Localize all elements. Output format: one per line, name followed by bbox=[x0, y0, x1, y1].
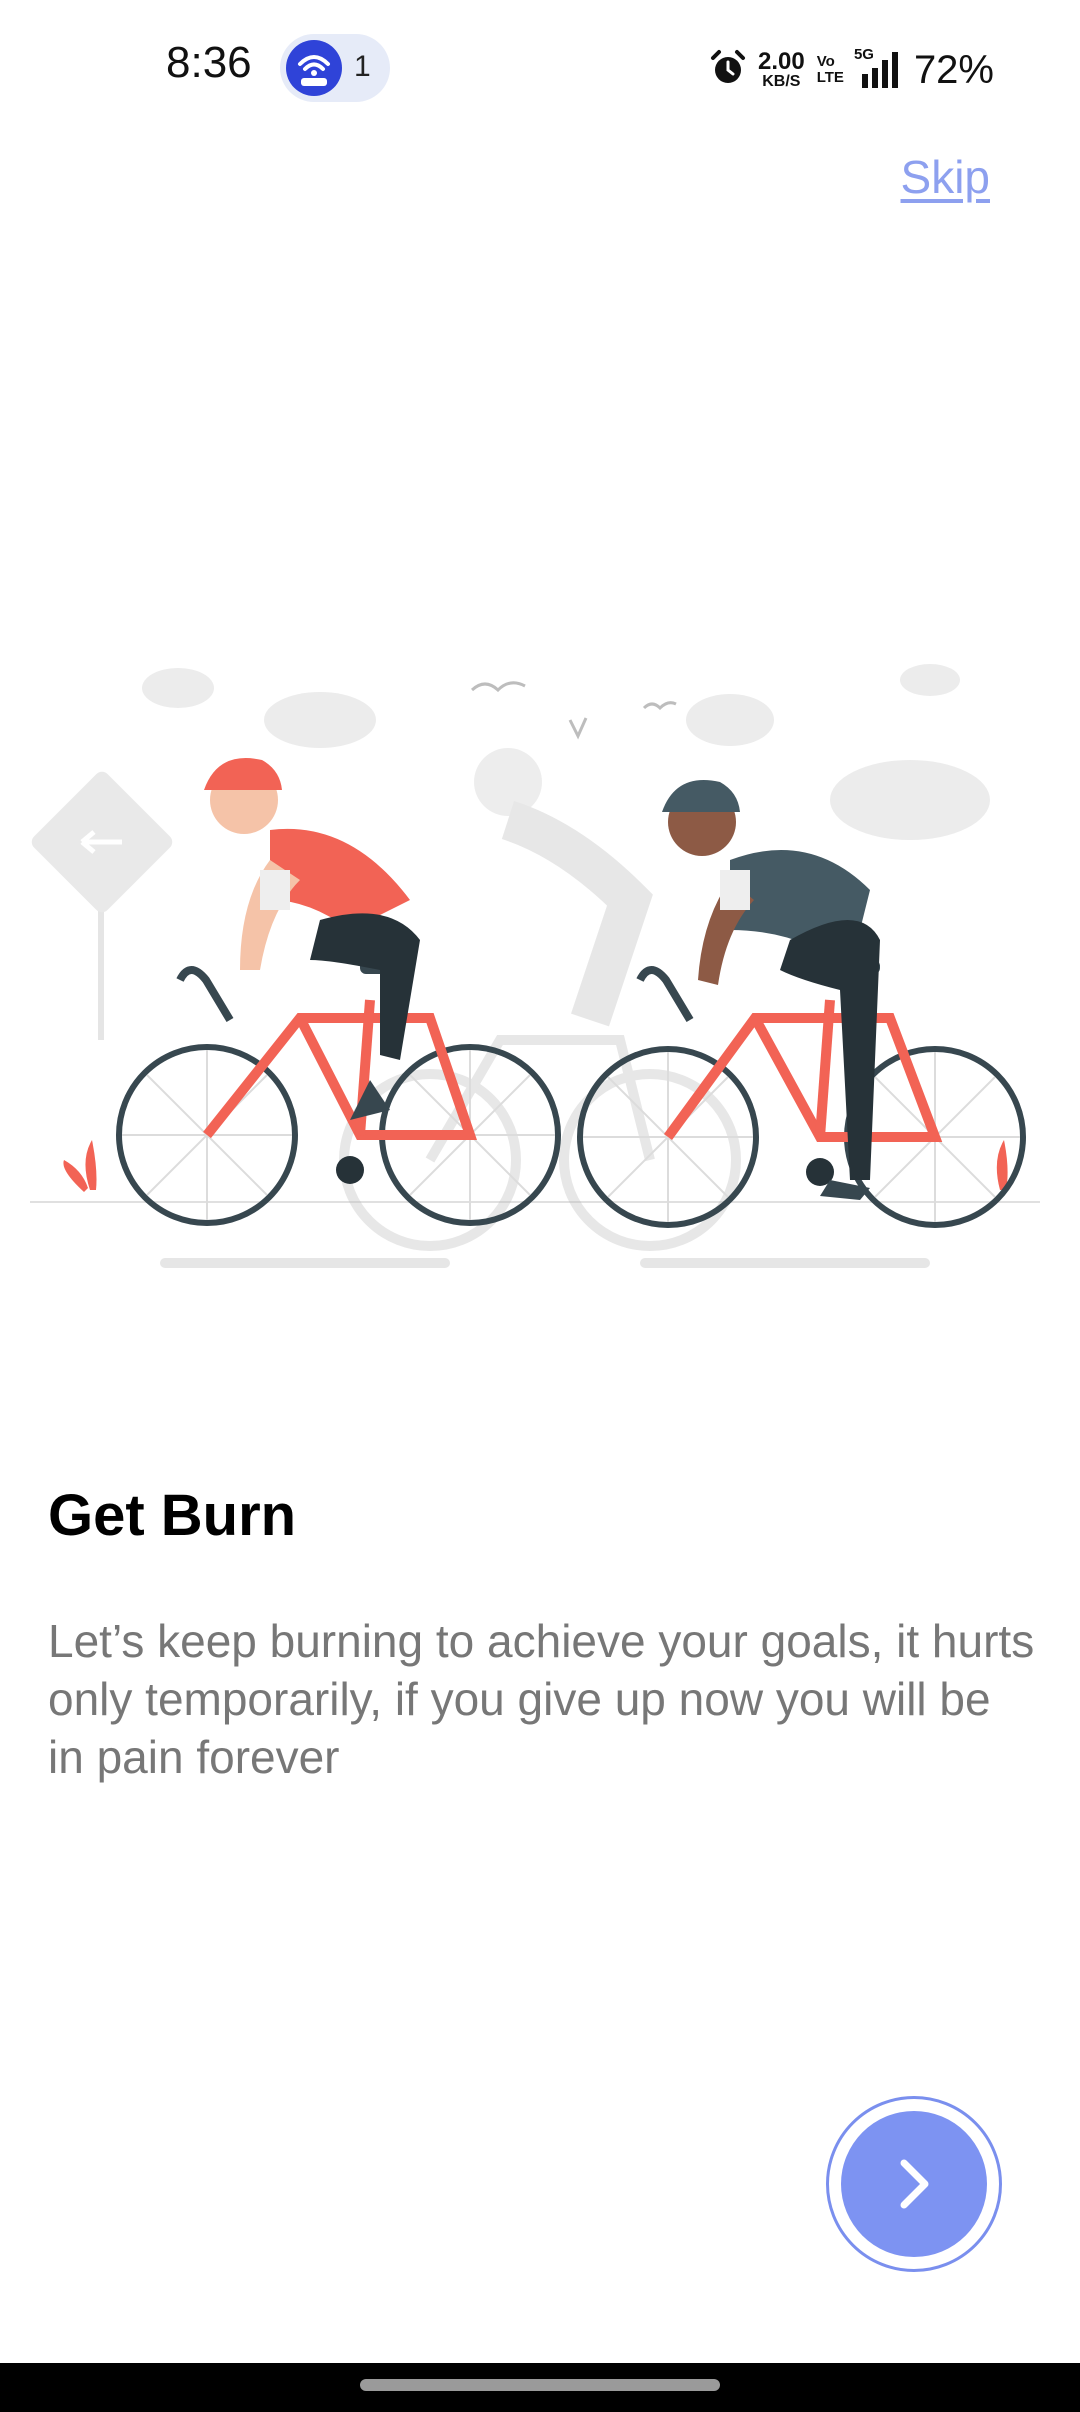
status-icons: 2.00 KB/S Vo LTE 5G 72% bbox=[710, 40, 994, 100]
cyclists-illustration bbox=[30, 640, 1040, 1280]
volte-line2: LTE bbox=[816, 69, 844, 86]
signal-icon: 5G bbox=[854, 46, 902, 90]
hotspot-icon bbox=[286, 40, 342, 96]
navigation-bar bbox=[0, 2363, 1080, 2412]
network-type: 5G bbox=[853, 46, 874, 63]
status-bar: 8:36 1 2.00 KB/S Vo LTE 5G 72% bbox=[0, 0, 1080, 140]
volte-line1: Vo bbox=[816, 53, 835, 71]
chevron-right-icon bbox=[841, 2111, 987, 2257]
status-time: 8:36 bbox=[166, 38, 252, 87]
next-button[interactable] bbox=[841, 2111, 987, 2257]
birds bbox=[470, 681, 677, 740]
road-sign bbox=[31, 771, 173, 1040]
volte-indicator: Vo LTE bbox=[817, 54, 844, 86]
skip-button[interactable]: Skip bbox=[901, 150, 990, 204]
next-button-ring bbox=[826, 2096, 1002, 2272]
page-description: Let’s keep burning to achieve your goals… bbox=[48, 1615, 1035, 1783]
alarm-icon bbox=[710, 49, 746, 92]
page-title: Get Burn bbox=[48, 1483, 297, 1548]
net-speed-unit: KB/S bbox=[762, 73, 801, 90]
net-speed-value: 2.00 bbox=[758, 48, 805, 75]
right-cyclist bbox=[577, 780, 1026, 1228]
hotspot-count: 1 bbox=[354, 50, 371, 83]
left-cyclist bbox=[116, 758, 561, 1226]
net-speed: 2.00 KB/S bbox=[758, 50, 805, 90]
home-indicator[interactable] bbox=[360, 2379, 720, 2391]
hotspot-indicator[interactable]: 1 bbox=[280, 34, 390, 102]
battery-level: 72% bbox=[913, 47, 994, 92]
